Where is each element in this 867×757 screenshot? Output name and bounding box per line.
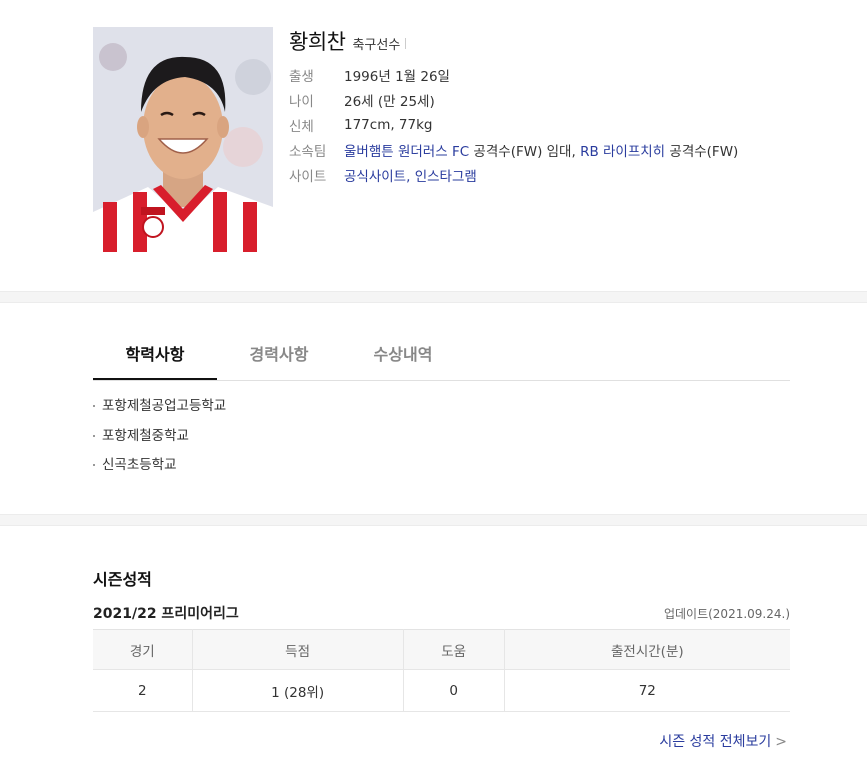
info-row-site: 사이트 공식사이트, 인스타그램 xyxy=(289,162,738,187)
table-header-row: 경기 득점 도움 출전시간(분) xyxy=(93,629,790,670)
section-divider xyxy=(0,291,867,303)
info-label: 출생 xyxy=(289,68,314,85)
col-minutes: 출전시간(분) xyxy=(504,629,790,670)
col-games: 경기 xyxy=(93,629,193,670)
season-stats-table: 경기 득점 도움 출전시간(분) 2 1 (28위) 0 72 xyxy=(93,629,790,712)
education-list: 포항제철공업고등학교 포항제철중학교 신곡초등학교 xyxy=(93,394,226,483)
team-position-2: 공격수(FW) xyxy=(665,143,739,160)
tab-career[interactable]: 경력사항 xyxy=(217,333,341,380)
col-goals: 득점 xyxy=(192,629,404,670)
list-item: 신곡초등학교 xyxy=(93,453,226,483)
more-label: 시즌 성적 전체보기 xyxy=(659,734,772,750)
chevron-right-icon: > xyxy=(775,734,787,750)
info-value: 26세 (만 25세) xyxy=(344,93,435,110)
info-label: 소속팀 xyxy=(289,143,327,160)
instagram-link[interactable]: 인스타그램 xyxy=(415,169,477,185)
job-separator xyxy=(405,38,407,49)
team-link-wolves[interactable]: 울버햄튼 원더러스 FC xyxy=(344,144,469,160)
league-name: 2021/22 프리미어리그 xyxy=(93,606,239,622)
info-row-birth: 출생 1996년 1월 26일 xyxy=(289,62,738,87)
list-item: 포항제철중학교 xyxy=(93,424,226,454)
official-site-link[interactable]: 공식사이트 xyxy=(344,169,406,185)
site-separator: , xyxy=(406,168,415,185)
col-assists: 도움 xyxy=(403,629,505,670)
info-label: 나이 xyxy=(289,93,314,110)
season-more-link[interactable]: 시즌 성적 전체보기 > xyxy=(659,731,787,751)
season-title: 시즌성적 xyxy=(93,570,152,589)
games-value: 2 xyxy=(93,669,193,712)
team-link-leipzig[interactable]: RB 라이프치히 xyxy=(580,144,665,160)
info-label: 신체 xyxy=(289,118,314,135)
player-job: 축구선수 xyxy=(352,38,401,53)
goals-value: 1 (28위) xyxy=(192,669,404,712)
info-row-body: 신체 177cm, 77kg xyxy=(289,112,738,137)
assists-value: 0 xyxy=(403,669,505,712)
player-name: 황희찬 xyxy=(289,30,346,54)
tab-awards[interactable]: 수상내역 xyxy=(341,333,465,380)
info-row-team: 소속팀 울버햄튼 원더러스 FC 공격수(FW) 임대, RB 라이프치히 공격… xyxy=(289,137,738,162)
table-row: 2 1 (28위) 0 72 xyxy=(93,669,790,712)
info-label: 사이트 xyxy=(289,168,327,185)
player-info: 출생 1996년 1월 26일 나이 26세 (만 25세) 신체 177cm,… xyxy=(289,62,738,187)
info-value: 1996년 1월 26일 xyxy=(344,68,450,85)
update-date: 업데이트(2021.09.24.) xyxy=(663,607,790,621)
player-photo xyxy=(93,27,273,252)
section-divider xyxy=(0,514,867,526)
team-position-1: 공격수(FW) 임대, xyxy=(469,143,581,160)
info-value: 177cm, 77kg xyxy=(344,116,433,133)
list-item: 포항제철공업고등학교 xyxy=(93,394,226,424)
minutes-value: 72 xyxy=(504,669,790,712)
info-row-age: 나이 26세 (만 25세) xyxy=(289,87,738,112)
info-value: 공식사이트, 인스타그램 xyxy=(344,165,477,185)
tab-bar: 학력사항 경력사항 수상내역 xyxy=(93,333,790,381)
info-value: 울버햄튼 원더러스 FC 공격수(FW) 임대, RB 라이프치히 공격수(FW… xyxy=(344,140,738,160)
tab-education[interactable]: 학력사항 xyxy=(93,333,217,380)
player-header: 황희찬 축구선수 xyxy=(289,26,407,56)
